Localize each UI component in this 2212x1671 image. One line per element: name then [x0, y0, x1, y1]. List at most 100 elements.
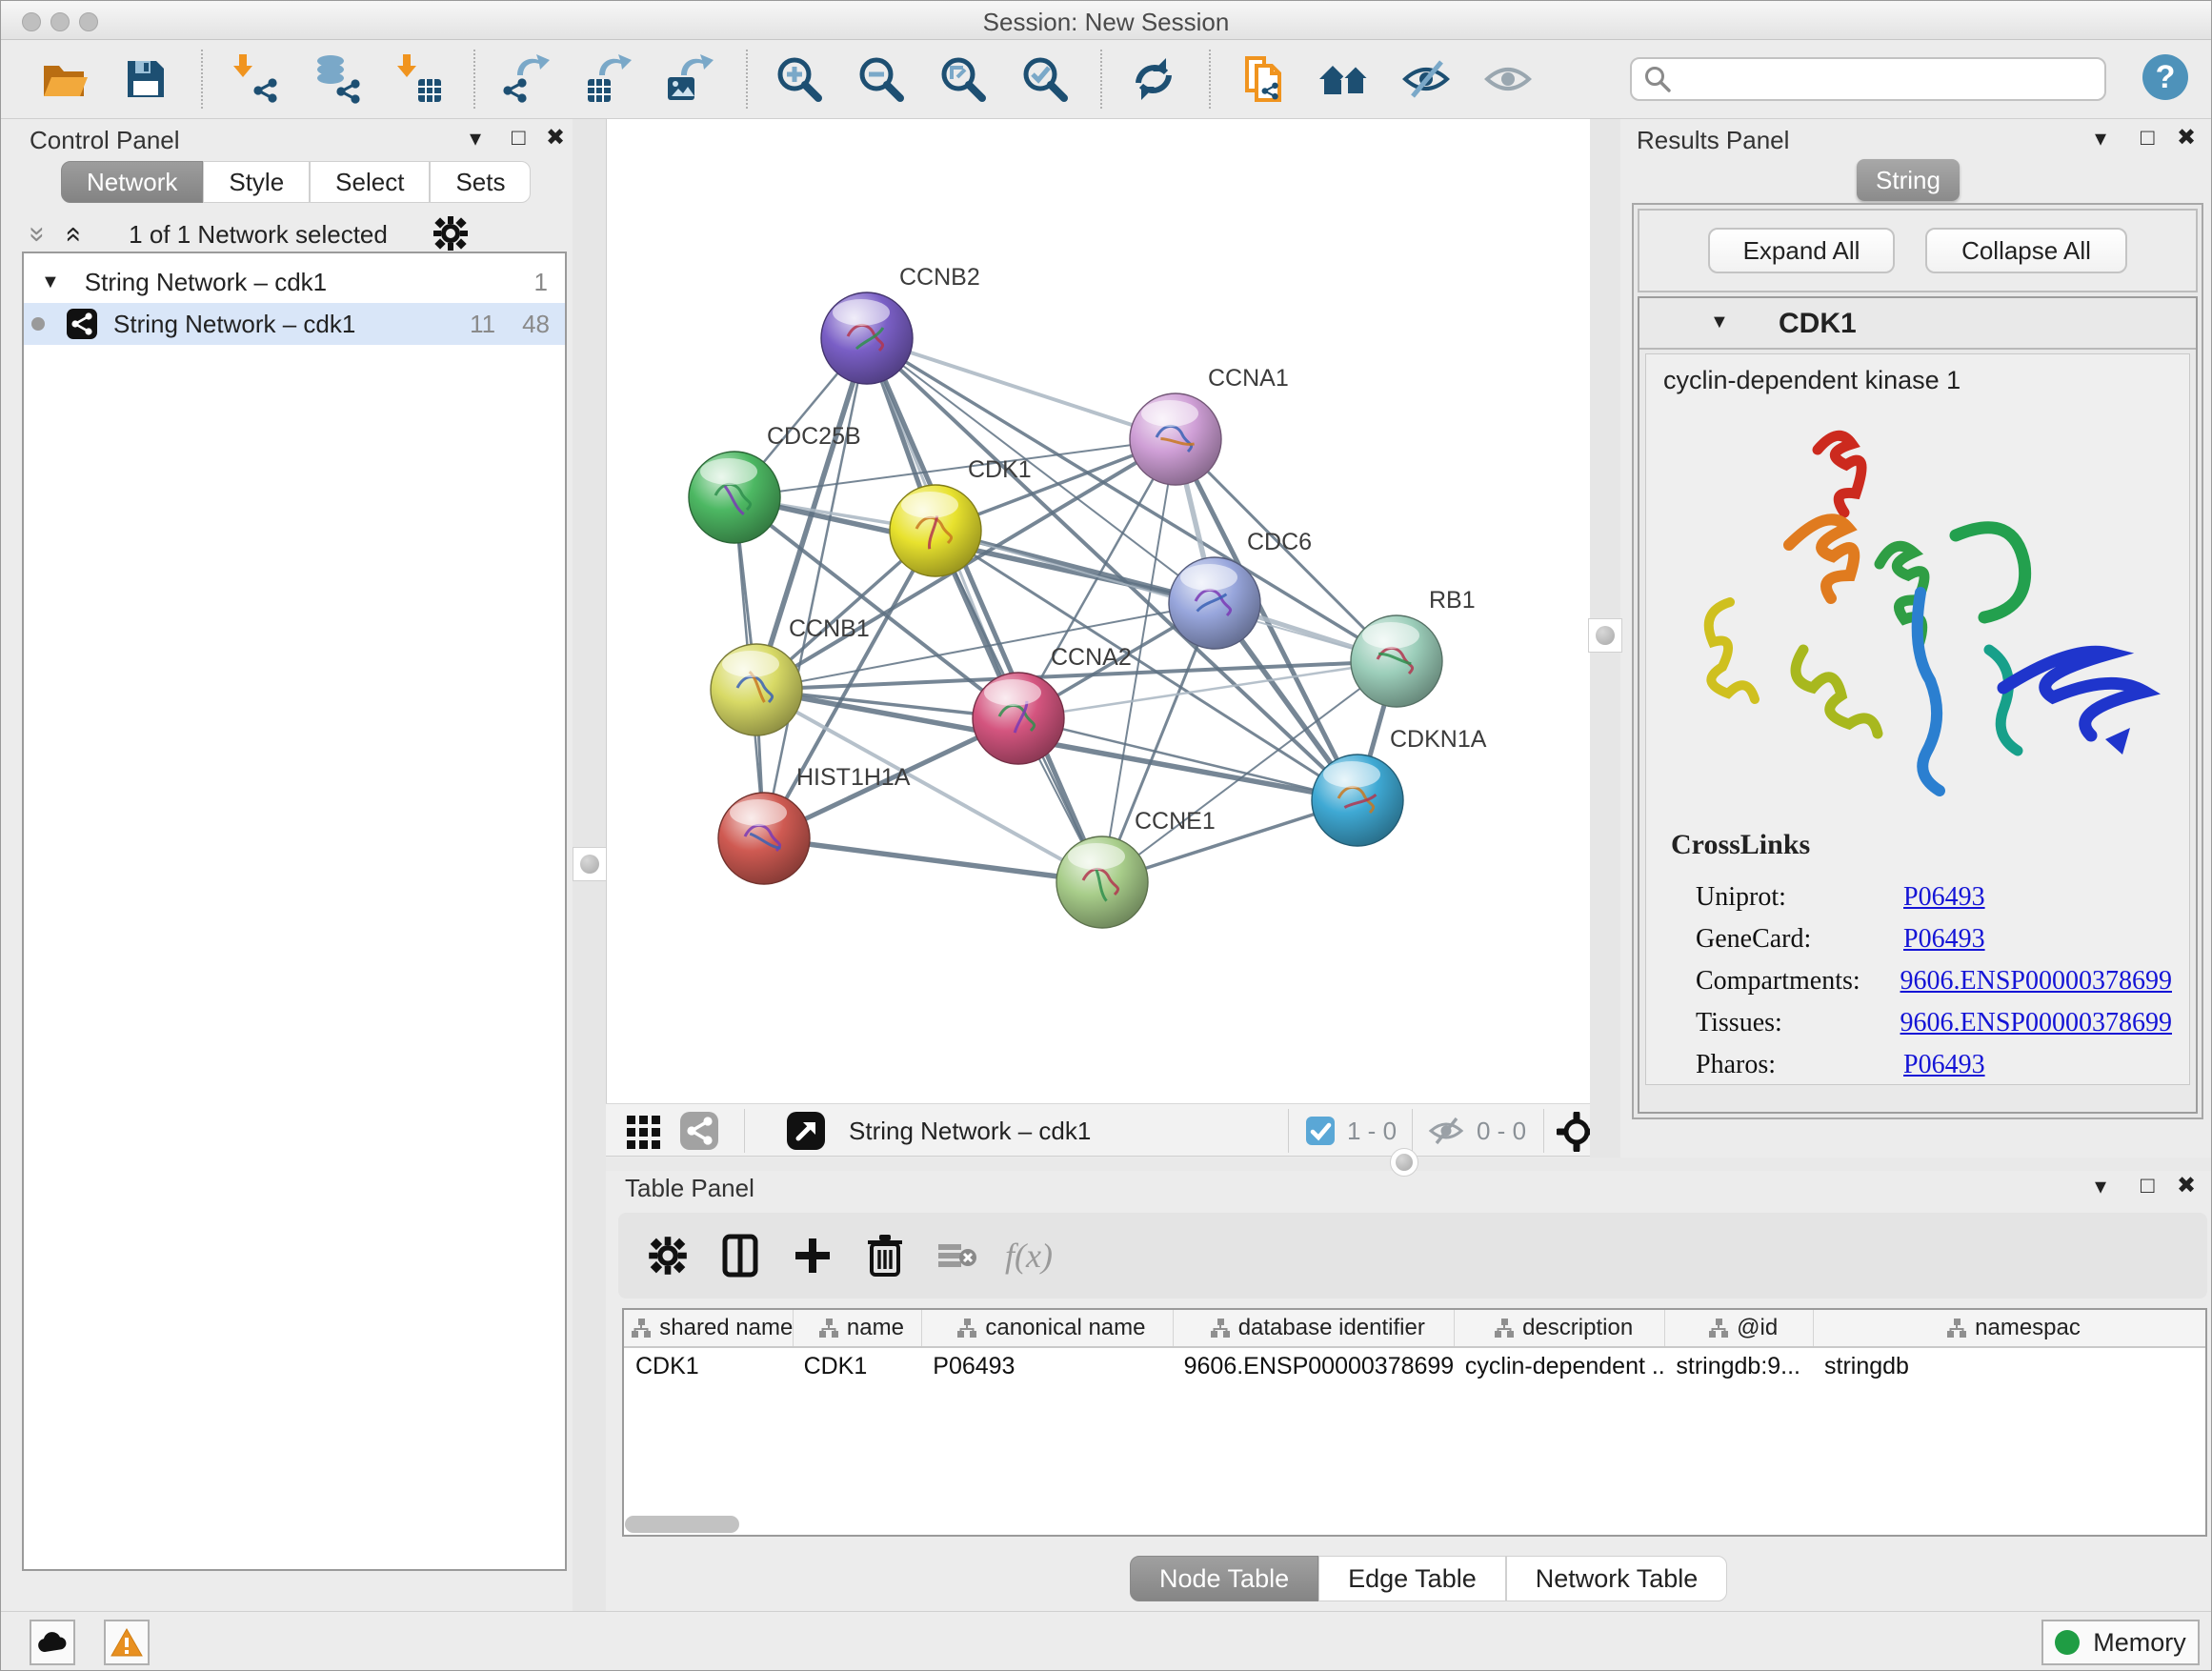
network-node-RB1[interactable]: RB1	[1351, 587, 1476, 707]
import-network-database-icon[interactable]	[310, 52, 363, 106]
network-node-CDKN1A[interactable]: CDKN1A	[1312, 726, 1487, 846]
table-panel-title: Table Panel	[625, 1174, 754, 1203]
cloud-button[interactable]	[30, 1620, 75, 1665]
network-edge[interactable]	[867, 338, 1176, 439]
export-network-icon[interactable]	[500, 52, 553, 106]
column-header-description[interactable]: description	[1454, 1310, 1664, 1346]
column-header-shared-name[interactable]: shared name	[624, 1310, 793, 1346]
network-edge[interactable]	[764, 838, 1102, 882]
table-cell[interactable]: stringdb	[1813, 1348, 2205, 1384]
tab-node-table[interactable]: Node Table	[1130, 1556, 1318, 1601]
zoom-in-icon[interactable]	[773, 52, 826, 106]
collapse-all-button[interactable]: Collapse All	[1925, 228, 2127, 273]
crosslink-label: Uniprot:	[1696, 882, 1903, 913]
save-session-icon[interactable]	[119, 52, 172, 106]
protein-header-row[interactable]: ▼ CDK1	[1639, 298, 2196, 350]
table-panel-close-icon[interactable]: ✖	[2177, 1174, 2196, 1198]
crosslink-value-link[interactable]: 9606.ENSP00000378699	[1900, 966, 2172, 997]
network-edge[interactable]	[867, 338, 1102, 882]
column-header-canonical-name[interactable]: canonical name	[921, 1310, 1172, 1346]
column-header-@id[interactable]: @id	[1664, 1310, 1813, 1346]
results-panel-close-icon[interactable]: ✖	[2177, 126, 2196, 151]
export-image-icon[interactable]	[664, 52, 717, 106]
delete-column-trash-icon[interactable]	[860, 1231, 910, 1280]
help-button[interactable]: ?	[2141, 52, 2190, 107]
table-horizontal-scrollbar[interactable]	[625, 1516, 739, 1533]
column-header-name[interactable]: name	[793, 1310, 922, 1346]
expand-all-tree-icon[interactable]: »	[21, 227, 53, 243]
node-label: HIST1H1A	[796, 764, 911, 791]
hide-eye-slash-icon[interactable]	[1399, 52, 1453, 106]
horizontal-splitter-handle[interactable]	[1390, 1148, 1418, 1177]
column-header-namespac[interactable]: namespac	[1813, 1310, 2205, 1346]
table-cell[interactable]: CDK1	[624, 1348, 793, 1384]
selected-checkbox-icon[interactable]	[1305, 1116, 1336, 1151]
table-cell[interactable]: stringdb:9...	[1664, 1348, 1813, 1384]
table-panel-collapse-icon[interactable]: ▾	[2095, 1175, 2106, 1199]
network-share-gray-icon[interactable]	[678, 1110, 720, 1157]
network-node-HIST1H1A[interactable]: HIST1H1A	[718, 764, 911, 884]
show-eye-icon[interactable]	[1481, 52, 1535, 106]
expand-all-button[interactable]: Expand All	[1708, 228, 1895, 273]
table-row[interactable]: CDK1CDK1P064939606.ENSP00000378699cyclin…	[624, 1348, 2205, 1384]
add-column-icon[interactable]	[788, 1231, 837, 1280]
import-table-file-icon[interactable]	[392, 52, 445, 106]
table-cell[interactable]: 9606.ENSP00000378699	[1173, 1348, 1454, 1384]
right-splitter-handle[interactable]	[1588, 618, 1622, 653]
tab-string[interactable]: String	[1857, 159, 1960, 201]
overview-houses-icon[interactable]	[1317, 52, 1371, 106]
birdseye-grid-icon[interactable]	[623, 1110, 665, 1157]
function-builder-fx: f(x)	[1005, 1231, 1053, 1280]
network-canvas[interactable]: CCNB2 CCNA1 CDC25B CDK1 CDC6 RB1 CCNB1 C…	[606, 119, 1590, 1103]
open-in-new-window-icon[interactable]	[785, 1110, 827, 1157]
search-box[interactable]	[1630, 57, 2106, 101]
crosslink-value-link[interactable]: P06493	[1903, 882, 1985, 913]
table-cell[interactable]: CDK1	[793, 1348, 922, 1384]
table-cell[interactable]: P06493	[921, 1348, 1172, 1384]
tab-network-table[interactable]: Network Table	[1506, 1556, 1728, 1601]
network-tree-network-row[interactable]: String Network – cdk1 11 48	[24, 303, 565, 345]
tree-expand-icon[interactable]: ▼	[41, 272, 60, 293]
control-panel-collapse-icon[interactable]: ▾	[470, 127, 481, 151]
control-panel-float-icon[interactable]: □	[512, 126, 526, 151]
network-node-CCNA1[interactable]: CCNA1	[1130, 365, 1289, 485]
column-header-database-identifier[interactable]: database identifier	[1173, 1310, 1454, 1346]
status-bar: Memory	[1, 1611, 2211, 1671]
tab-network[interactable]: Network	[61, 161, 203, 203]
network-graph[interactable]: CCNB2 CCNA1 CDC25B CDK1 CDC6 RB1 CCNB1 C…	[607, 119, 1591, 1103]
tab-style[interactable]: Style	[203, 161, 310, 203]
hidden-eye-slash-icon[interactable]	[1427, 1114, 1465, 1153]
control-panel-close-icon[interactable]: ✖	[546, 126, 565, 151]
results-panel-float-icon[interactable]: □	[2141, 126, 2155, 151]
table-panel-float-icon[interactable]: □	[2141, 1174, 2155, 1198]
results-panel-collapse-icon[interactable]: ▾	[2095, 127, 2106, 151]
warning-button[interactable]	[104, 1620, 150, 1665]
tab-sets[interactable]: Sets	[430, 161, 531, 203]
import-network-file-icon[interactable]	[228, 52, 281, 106]
table-cell[interactable]: cyclin-dependent ...	[1454, 1348, 1664, 1384]
zoom-out-icon[interactable]	[855, 52, 908, 106]
node-table[interactable]: shared namenamecanonical namedatabase id…	[622, 1308, 2207, 1537]
search-input[interactable]	[1672, 65, 2076, 93]
network-edge[interactable]	[935, 531, 1397, 661]
layout-refresh-icon[interactable]	[1127, 52, 1180, 106]
tab-edge-table[interactable]: Edge Table	[1318, 1556, 1506, 1601]
network-node-CCNB1[interactable]: CCNB1	[711, 615, 870, 735]
crosslink-value-link[interactable]: P06493	[1903, 924, 1985, 955]
left-splitter-handle[interactable]	[573, 847, 607, 881]
tab-select[interactable]: Select	[310, 161, 430, 203]
network-tree-root-row[interactable]: ▼ String Network – cdk1 1	[24, 261, 565, 303]
clone-documents-icon[interactable]	[1236, 52, 1289, 106]
show-columns-icon[interactable]	[715, 1231, 765, 1280]
open-session-icon[interactable]	[37, 52, 90, 106]
table-settings-gear-icon[interactable]	[643, 1231, 693, 1280]
zoom-selected-icon[interactable]	[1018, 52, 1072, 106]
export-table-icon[interactable]	[582, 52, 635, 106]
zoom-fit-icon[interactable]	[936, 52, 990, 106]
crosslink-value-link[interactable]: 9606.ENSP00000378699	[1900, 1008, 2172, 1038]
crosslink-value-link[interactable]: P06493	[1903, 1050, 1985, 1080]
protein-collapse-icon[interactable]: ▼	[1710, 312, 1729, 333]
memory-button[interactable]: Memory	[2041, 1620, 2200, 1665]
collapse-all-tree-icon[interactable]: »	[55, 227, 88, 243]
network-node-CDC25B[interactable]: CDC25B	[689, 423, 861, 543]
